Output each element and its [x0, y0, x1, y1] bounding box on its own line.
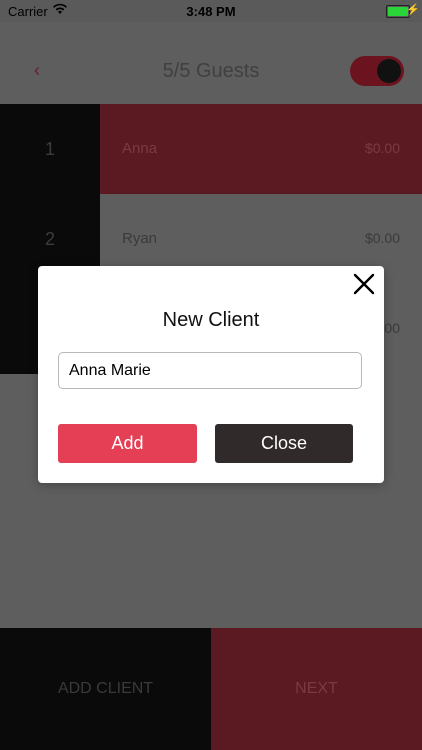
status-bar: Carrier 3:48 PM ⚡ — [0, 0, 422, 22]
toggle-switch[interactable] — [350, 56, 404, 86]
guest-amount: $0.00 — [364, 140, 400, 156]
list-item[interactable]: 1 Anna $0.00 — [0, 104, 422, 194]
guest-name: Ryan — [122, 230, 158, 247]
app-header: ‹ 5/5 Guests — [0, 22, 422, 104]
next-button[interactable]: NEXT — [211, 628, 422, 750]
add-button[interactable]: Add — [58, 424, 197, 463]
close-icon[interactable] — [352, 272, 376, 296]
guest-amount: $0.00 — [364, 230, 400, 246]
charging-icon: ⚡ — [406, 4, 420, 16]
clock: 3:48 PM — [186, 4, 236, 19]
dialog-title: New Client — [162, 309, 260, 331]
bottom-bar: ADD CLIENT NEXT — [0, 628, 422, 750]
new-client-dialog: New Client Add Close — [38, 266, 384, 483]
client-name-input[interactable] — [58, 352, 362, 389]
guest-number: 1 — [0, 104, 100, 194]
add-client-button[interactable]: ADD CLIENT — [0, 628, 211, 750]
close-button[interactable]: Close — [215, 424, 353, 463]
guest-name: Anna — [122, 140, 158, 157]
